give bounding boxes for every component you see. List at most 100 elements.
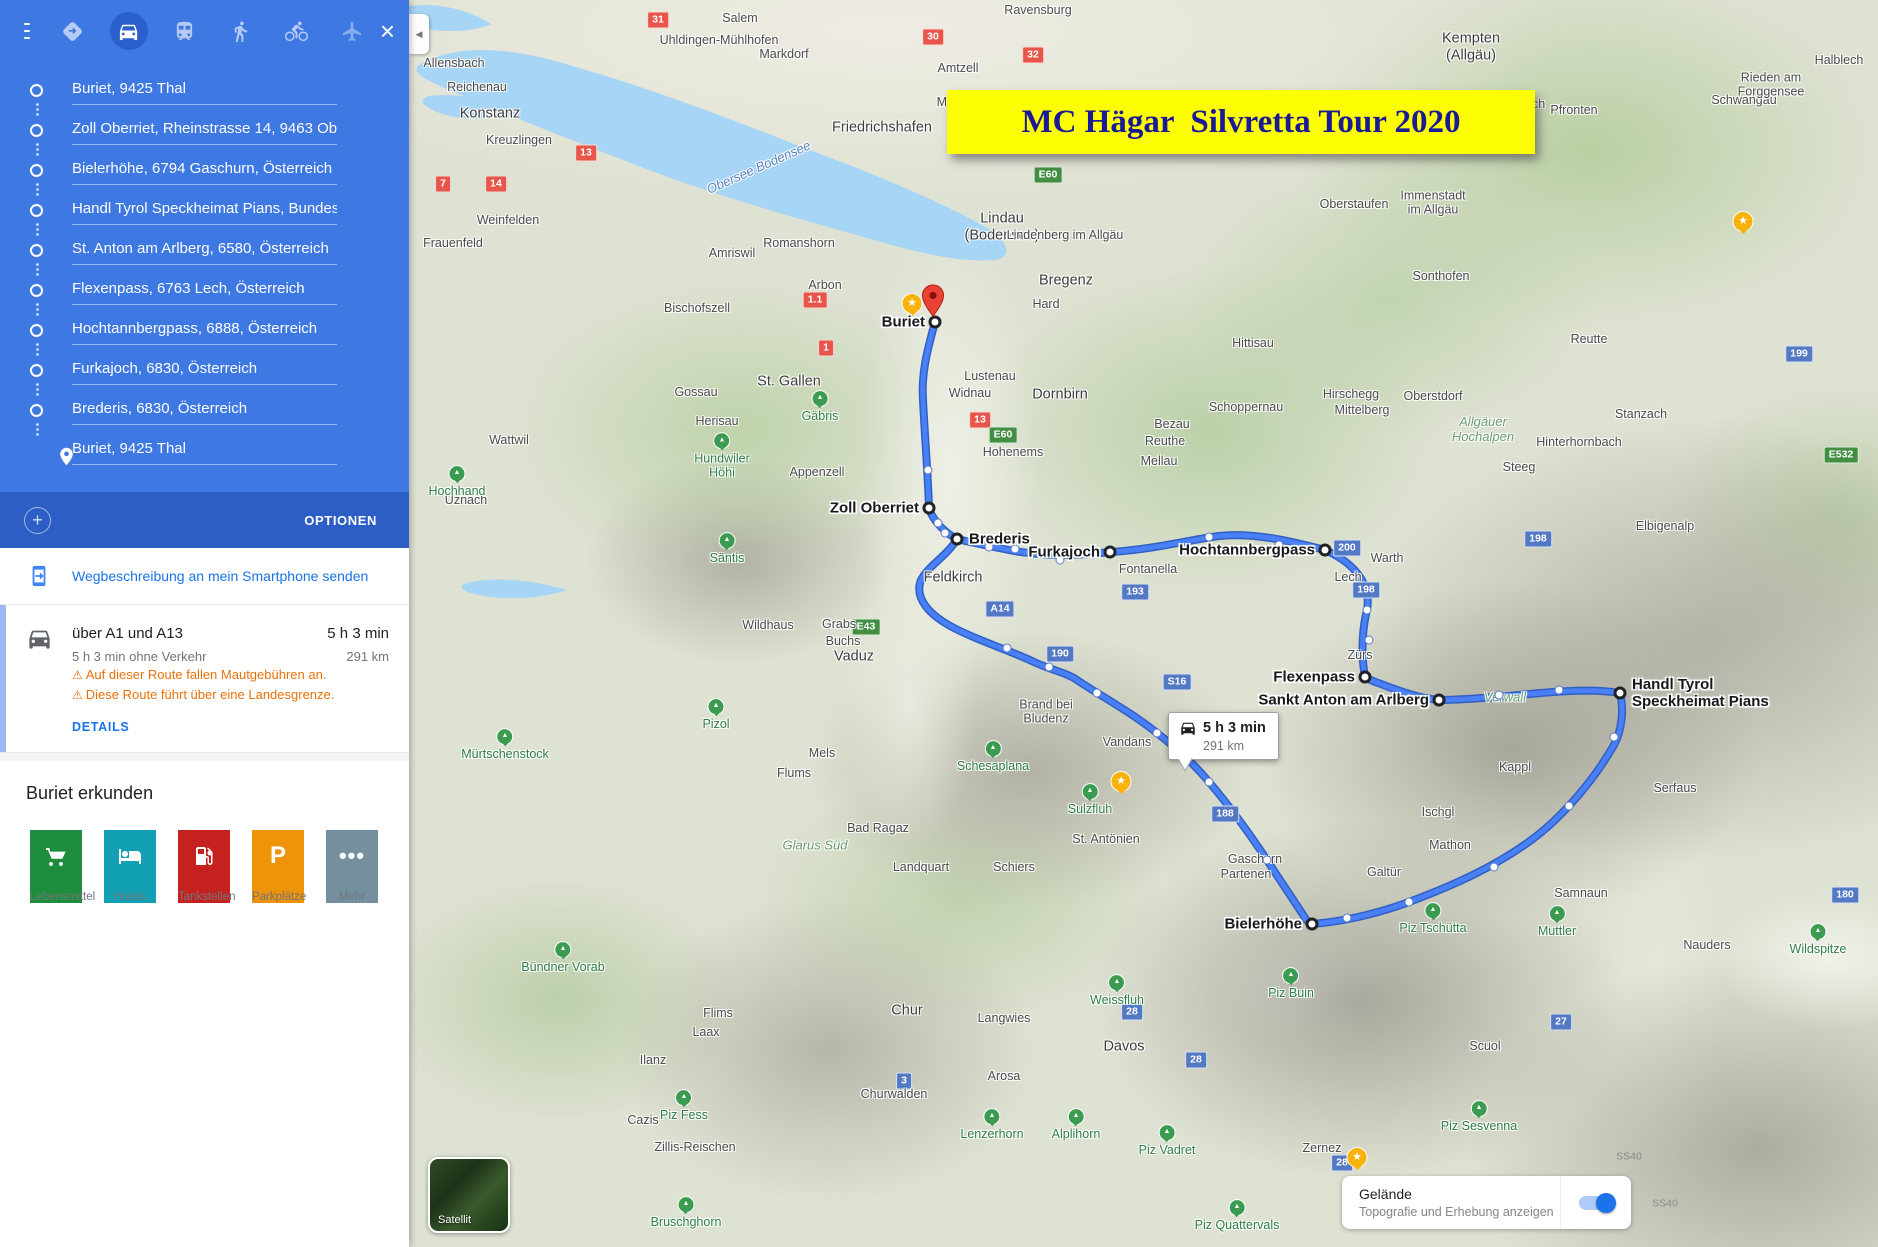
- satellite-layer-button[interactable]: Satellit: [428, 1157, 510, 1233]
- map-place-label: Hinterhornbach: [1536, 434, 1622, 449]
- details-button[interactable]: DETAILS: [72, 720, 129, 734]
- waypoint-input[interactable]: Furkajoch, 6830, Österreich: [72, 358, 337, 385]
- walk-icon: [235, 20, 248, 42]
- saved-place-star-icon[interactable]: ★: [1110, 771, 1132, 792]
- route-waypoint-label: Flexenpass: [1273, 668, 1355, 686]
- route-waypoint-marker[interactable]: [1613, 686, 1627, 700]
- peak-label: Alplihorn: [1051, 1127, 1101, 1142]
- waypoint-input[interactable]: Brederis, 6830, Österreich: [72, 398, 337, 425]
- menu-icon[interactable]: [24, 23, 30, 39]
- route-summary-card[interactable]: über A1 und A13 5 h 3 min 5 h 3 min ohne…: [0, 605, 409, 753]
- explore-category-button[interactable]: P ••• Tankstellen: [178, 830, 236, 903]
- map-place-label: Flums: [776, 765, 812, 780]
- waypoint-connector-dots: [35, 142, 39, 156]
- flight-mode-icon[interactable]: [334, 12, 372, 50]
- terrain-toggle[interactable]: [1560, 1176, 1631, 1229]
- waypoint-row[interactable]: Buriet, 9425 Thal: [0, 78, 409, 118]
- route-waypoint-marker[interactable]: [950, 532, 964, 546]
- send-to-phone-row[interactable]: Wegbeschreibung an mein Smartphone sende…: [0, 548, 409, 605]
- route-waypoint-marker[interactable]: [922, 501, 936, 515]
- map-place-label: Pfronten: [1550, 102, 1598, 117]
- map-place-label: Zernez: [1302, 1140, 1342, 1155]
- map-canvas[interactable]: ◀ 31 30 32 7 14 13 1.1 1 13 E60 E60 E43 E532 S16 A14 19…: [409, 0, 1878, 1247]
- waypoint-input[interactable]: Handl Tyrol Speckheimat Pians, Bundes: [72, 198, 337, 225]
- map-place-label: Grabs: [821, 616, 857, 631]
- route-waypoint-marker[interactable]: [1432, 693, 1446, 707]
- send-to-phone-link[interactable]: Wegbeschreibung an mein Smartphone sende…: [72, 568, 368, 584]
- saved-place-star-icon[interactable]: ★: [901, 293, 923, 314]
- add-destination-icon[interactable]: +: [24, 506, 51, 534]
- peak-marker: ▲ Piz Buin: [1268, 967, 1314, 1001]
- warning-icon: ⚠: [72, 688, 83, 702]
- peak-marker: ▲ Piz Sesvenna: [1441, 1100, 1517, 1134]
- explore-category-button[interactable]: P ••• Mehr: [326, 830, 378, 903]
- route-waypoint-label: Handl Tyrol Speckheimat Pians: [1632, 675, 1769, 710]
- map-place-label: Allensbach: [423, 55, 485, 70]
- destination-red-pin-icon[interactable]: [921, 284, 945, 318]
- map-place-label: Vandans: [1102, 734, 1152, 749]
- mountain-pin-icon: ▲: [1282, 967, 1300, 985]
- waypoint-row[interactable]: Handl Tyrol Speckheimat Pians, Bundes: [0, 198, 409, 238]
- waypoint-input[interactable]: Hochtannbergpass, 6888, Österreich: [72, 318, 337, 345]
- map-place-label: Scuol: [1469, 1038, 1501, 1053]
- waypoint-input[interactable]: Flexenpass, 6763 Lech, Österreich: [72, 278, 337, 305]
- car-icon: [1181, 722, 1195, 735]
- car-mode-icon[interactable]: [109, 12, 148, 50]
- directions-diamond-icon: ➜: [62, 20, 84, 42]
- map-place-label: Glarus Süd: [782, 837, 848, 853]
- saved-place-star-icon[interactable]: ★: [1732, 211, 1754, 232]
- bike-mode-icon[interactable]: [278, 12, 316, 50]
- collapse-panel-icon[interactable]: ◀: [409, 14, 429, 54]
- peak-label: Piz Sesvenna: [1440, 1119, 1518, 1134]
- peak-marker: ▲ Gäbris: [802, 390, 838, 424]
- map-place-label: Hittisau: [1232, 335, 1274, 350]
- category-circle-icon: P •••: [326, 830, 378, 882]
- map-place-label: Herisau: [695, 413, 739, 428]
- peak-label: Schesaplana: [956, 759, 1030, 774]
- route-waypoint-marker[interactable]: [1305, 917, 1319, 931]
- explore-category-button[interactable]: P ••• Lebensmittel: [30, 830, 95, 903]
- options-button[interactable]: OPTIONEN: [298, 512, 383, 529]
- waypoint-input[interactable]: Bielerhöhe, 6794 Gaschurn, Österreich: [72, 158, 337, 185]
- saved-place-star-icon[interactable]: ★: [1346, 1147, 1368, 1168]
- close-directions-icon[interactable]: ×: [380, 18, 395, 44]
- best-route-icon[interactable]: ➜: [54, 12, 92, 50]
- peak-label: Pizol: [702, 717, 730, 732]
- peak-marker: ▲ Lenzerhorn: [960, 1108, 1024, 1142]
- waypoint-input[interactable]: Buriet, 9425 Thal: [72, 438, 337, 465]
- waypoint-row[interactable]: St. Anton am Arlberg, 6580, Österreich: [0, 238, 409, 278]
- road-shield: 13: [575, 144, 597, 162]
- warning-icon: ⚠: [72, 668, 83, 682]
- route-waypoint-marker[interactable]: [1103, 545, 1117, 559]
- waypoint-connector-dots: [35, 182, 39, 196]
- map-place-label: Partenen: [1220, 866, 1272, 881]
- waypoint-row[interactable]: Zoll Oberriet, Rheinstrasse 14, 9463 Ob: [0, 118, 409, 158]
- map-place-label: Reichenau: [447, 79, 507, 94]
- map-place-label: Obersee Bodensee: [704, 137, 813, 197]
- route-distance: 291 km: [346, 649, 389, 664]
- waypoint-row[interactable]: Furkajoch, 6830, Österreich: [0, 358, 409, 398]
- waypoint-input[interactable]: St. Anton am Arlberg, 6580, Österreich: [72, 238, 337, 265]
- waypoint-connector-dots: [35, 222, 39, 236]
- peak-marker: ▲ Hundwiler Höhi: [694, 432, 750, 480]
- explore-category-button[interactable]: P ••• Hotels: [104, 830, 156, 903]
- waypoint-row[interactable]: Flexenpass, 6763 Lech, Österreich: [0, 278, 409, 318]
- route-waypoint-marker[interactable]: [1358, 670, 1372, 684]
- waypoint-row[interactable]: Bielerhöhe, 6794 Gaschurn, Österreich: [0, 158, 409, 198]
- waypoint-row[interactable]: Hochtannbergpass, 6888, Österreich: [0, 318, 409, 358]
- waypoint-input[interactable]: Zoll Oberriet, Rheinstrasse 14, 9463 Ob: [72, 118, 337, 145]
- walk-mode-icon[interactable]: [222, 12, 260, 50]
- explore-category-button[interactable]: P ••• Parkplätze: [252, 830, 306, 903]
- waypoint-input[interactable]: Buriet, 9425 Thal: [72, 78, 337, 105]
- waypoint-circle-icon: [30, 284, 43, 297]
- category-label: Tankstellen: [178, 891, 236, 903]
- road-shield: 14: [485, 175, 507, 193]
- map-place-label: St. Antönien: [1072, 831, 1140, 846]
- route-via-dot: [1044, 662, 1054, 672]
- transit-mode-icon[interactable]: [166, 12, 204, 50]
- route-waypoint-marker[interactable]: [1318, 543, 1332, 557]
- bike-icon: [285, 20, 309, 41]
- waypoint-row[interactable]: Buriet, 9425 Thal: [0, 438, 409, 478]
- waypoint-row[interactable]: Brederis, 6830, Österreich: [0, 398, 409, 438]
- route-via-dot: [1342, 913, 1352, 923]
